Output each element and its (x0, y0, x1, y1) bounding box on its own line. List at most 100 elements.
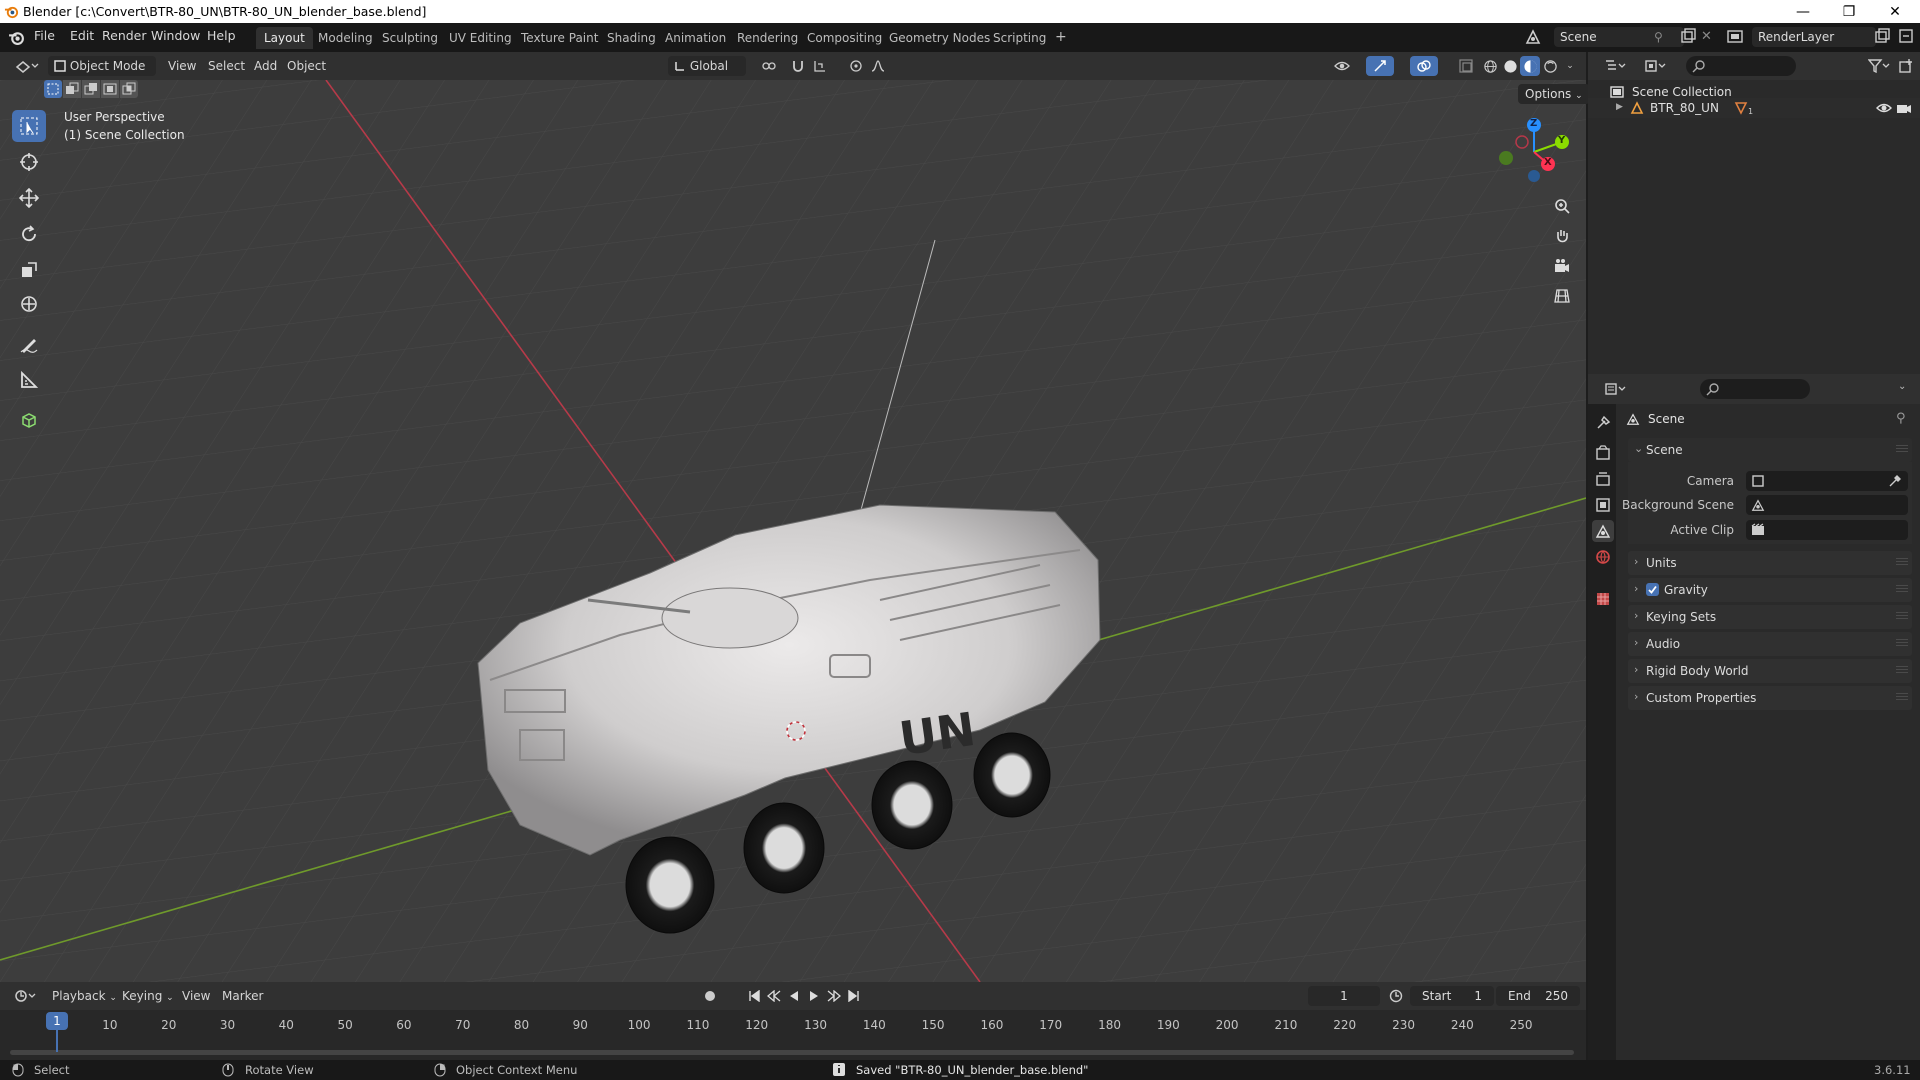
audio-panel-header[interactable]: › Audio (1628, 632, 1912, 656)
scene-panel-header[interactable]: ⌄ Scene (1628, 438, 1912, 462)
tab-sculpting[interactable]: Sculpting (374, 27, 446, 49)
camera-view-button[interactable] (1547, 252, 1577, 280)
custom-properties-panel-header[interactable]: › Custom Properties (1628, 686, 1912, 710)
new-scene-icon[interactable] (1680, 28, 1696, 44)
render-camera-icon[interactable] (1896, 101, 1912, 115)
drag-handle-icon[interactable] (1896, 666, 1908, 675)
active-clip-field[interactable] (1746, 520, 1908, 540)
menu-render[interactable]: Render (102, 28, 147, 43)
tab-scripting[interactable]: Scripting (985, 27, 1054, 49)
rigid-body-world-panel-header[interactable]: › Rigid Body World (1628, 659, 1912, 683)
maximize-button[interactable]: ❐ (1826, 0, 1872, 23)
transform-tool[interactable] (12, 288, 46, 320)
eyedropper-icon[interactable] (1888, 474, 1902, 488)
snap-icon[interactable] (788, 56, 808, 76)
options-dropdown[interactable]: Options ⌄ (1518, 84, 1590, 104)
pan-view-button[interactable] (1547, 222, 1577, 250)
drag-handle-icon[interactable] (1896, 558, 1908, 567)
tool-settings-tab-icon[interactable] (1592, 412, 1614, 434)
timeline-menu-marker[interactable]: Marker (216, 986, 269, 1006)
properties-search-input[interactable] (1700, 379, 1810, 399)
scene-tab-icon[interactable] (1592, 520, 1614, 542)
timeline-editor-type-icon[interactable] (10, 986, 40, 1006)
view-layer-selector[interactable]: RenderLayer (1752, 27, 1876, 47)
zoom-view-button[interactable] (1547, 192, 1577, 220)
play-icon[interactable] (804, 986, 824, 1006)
delete-scene-icon[interactable]: ✕ (1701, 29, 1712, 44)
auto-keying-icon[interactable] (700, 986, 720, 1006)
world-tab-icon[interactable] (1592, 546, 1614, 568)
select-subtract-icon[interactable] (82, 80, 100, 98)
add-workspace-button[interactable]: + (1047, 25, 1075, 47)
background-scene-field[interactable] (1746, 495, 1908, 515)
tab-geometry-nodes[interactable]: Geometry Nodes (881, 27, 998, 49)
remove-view-layer-icon[interactable] (1898, 28, 1914, 44)
outliner-row-btr-80-un[interactable]: ▶ BTR_80_UN 1 (1588, 98, 1920, 118)
perspective-toggle-button[interactable] (1547, 282, 1577, 310)
playback-dropdown[interactable]: Playback ⌄ (46, 986, 123, 1006)
proportional-editing-icon[interactable] (846, 56, 866, 76)
keying-dropdown[interactable]: Keying ⌄ (116, 986, 180, 1006)
pin-icon[interactable]: ⚲ (1896, 411, 1906, 426)
tab-layout[interactable]: Layout (256, 27, 313, 49)
playhead[interactable]: 1 (46, 1012, 68, 1030)
tab-shading[interactable]: Shading (599, 27, 664, 49)
scene-icon[interactable] (1524, 28, 1542, 46)
select-invert-icon[interactable] (101, 80, 119, 98)
keying-sets-panel-header[interactable]: › Keying Sets (1628, 605, 1912, 629)
gizmo-toggle-icon[interactable] (1366, 56, 1394, 76)
tab-animation[interactable]: Animation (657, 27, 734, 49)
wireframe-shading-icon[interactable] (1480, 56, 1500, 76)
select-box-tool[interactable] (12, 110, 46, 142)
transform-orientation-dropdown[interactable]: Global (668, 56, 746, 76)
xray-toggle-icon[interactable] (1456, 56, 1476, 76)
jump-to-keyframe-back-icon[interactable] (764, 986, 784, 1006)
select-extend-icon[interactable] (63, 80, 81, 98)
tab-uv-editing[interactable]: UV Editing (441, 27, 520, 49)
outliner-editor-type-icon[interactable] (1600, 56, 1630, 76)
menu-object[interactable]: Object (281, 56, 332, 76)
selectability-visibility-icon[interactable] (1328, 56, 1356, 76)
drag-handle-icon[interactable] (1896, 585, 1908, 594)
properties-editor-type-icon[interactable] (1600, 379, 1630, 399)
tab-compositing[interactable]: Compositing (799, 27, 890, 49)
new-collection-icon[interactable] (1896, 56, 1916, 76)
cursor-tool[interactable] (12, 146, 46, 178)
material-preview-icon[interactable] (1520, 56, 1540, 76)
timeline-menu-view[interactable]: View (176, 986, 216, 1006)
overlays-toggle-icon[interactable] (1410, 56, 1438, 76)
view-layer-tab-icon[interactable] (1592, 494, 1614, 516)
new-view-layer-icon[interactable] (1874, 28, 1890, 44)
render-settings-tab-icon[interactable] (1592, 442, 1614, 464)
texture-tab-icon[interactable] (1592, 588, 1614, 610)
drag-handle-icon[interactable] (1896, 639, 1908, 648)
scale-tool[interactable] (12, 254, 46, 286)
pin-scene-icon[interactable]: ⚲ (1654, 30, 1663, 44)
camera-field[interactable] (1746, 471, 1908, 491)
menu-edit[interactable]: Edit (70, 28, 94, 43)
preview-range-clock-icon[interactable] (1386, 986, 1406, 1006)
rotate-tool[interactable] (12, 218, 46, 250)
object-mode-dropdown[interactable]: Object Mode ⌄ (48, 56, 156, 87)
3d-viewport[interactable]: UN Z Y X (0, 80, 1586, 982)
tab-rendering[interactable]: Rendering (729, 27, 806, 49)
viewport-scene[interactable]: UN (0, 80, 1586, 982)
frame-start-field[interactable]: Start 1 (1410, 986, 1494, 1006)
filter-icon[interactable] (1864, 56, 1894, 76)
solid-shading-icon[interactable] (1500, 56, 1520, 76)
navigation-gizmo[interactable]: Z Y X (1492, 110, 1574, 192)
drag-handle-icon[interactable] (1896, 612, 1908, 621)
jump-to-start-icon[interactable] (744, 986, 764, 1006)
frame-ruler[interactable]: 10 20 30 40 50 60 70 80 90 100 110 120 130 140 150 160 1… (0, 1010, 1586, 1032)
select-intersect-icon[interactable] (120, 80, 138, 98)
gravity-checkbox[interactable] (1646, 583, 1659, 596)
close-button[interactable]: ✕ (1872, 0, 1918, 23)
expand-arrow-icon[interactable]: ▶ (1616, 102, 1623, 112)
measure-tool[interactable] (12, 364, 46, 396)
outliner-search-input[interactable] (1686, 56, 1796, 76)
minimize-button[interactable]: — (1780, 0, 1826, 23)
menu-help[interactable]: Help (207, 28, 236, 43)
frame-end-field[interactable]: End 250 (1496, 986, 1580, 1006)
drag-handle-icon[interactable] (1896, 445, 1908, 454)
play-reverse-icon[interactable] (784, 986, 804, 1006)
